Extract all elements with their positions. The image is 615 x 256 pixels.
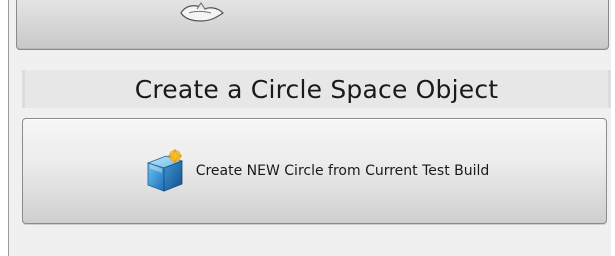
right-border [611,0,615,256]
section-header: Create a Circle Space Object [22,70,611,108]
ship-icon [180,2,224,22]
circle-panel: Create a Circle Space Object Create NEW … [0,0,615,256]
previous-action-button[interactable] [16,0,609,50]
create-new-circle-button[interactable]: Create NEW Circle from Current Test Buil… [22,118,607,224]
cube-icon [146,148,183,192]
create-button-label: Create NEW Circle from Current Test Buil… [195,163,490,179]
section-title: Create a Circle Space Object [134,74,499,104]
left-border [0,0,9,256]
create-button-content: Create NEW Circle from Current Test Buil… [140,145,490,197]
